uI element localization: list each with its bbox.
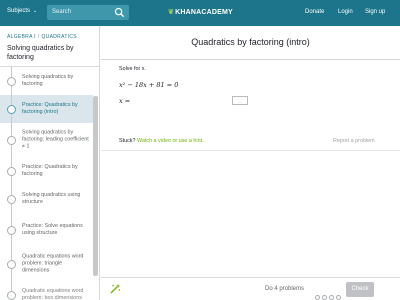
lesson-sidebar: ALGEBRA I / QUADRATICS Solving quadratics …	[0, 26, 100, 300]
khan-academy-logo[interactable]: ❦KHANACADEMY	[168, 8, 233, 16]
unit-title: Solving quadratics by factoring	[7, 45, 74, 61]
lesson-item[interactable]: Practice: Quadratics by factoring	[0, 157, 93, 185]
page-title: Quadratics by factoring (intro)	[191, 37, 310, 47]
search-field[interactable]: Search	[47, 5, 129, 20]
video-node-icon	[7, 77, 16, 86]
exercise-node-icon	[7, 226, 16, 235]
breadcrumb-algebra[interactable]: ALGEBRA I	[7, 34, 36, 40]
lesson-item[interactable]: Solving quadratics by factoring: leading…	[0, 123, 93, 157]
divider	[101, 59, 400, 60]
video-node-icon	[7, 291, 16, 300]
divider	[101, 150, 400, 151]
lesson-item-label: Practice: Solve equations using structur…	[22, 223, 83, 236]
lesson-item[interactable]: Practice: Solve equations using structur…	[0, 213, 93, 247]
problem-equation: x² − 18x + 81 = 0	[119, 81, 179, 89]
exercise-panel: Quadratics by factoring (intro) Solve fo…	[101, 26, 400, 300]
progress-dot	[315, 295, 320, 300]
problem-progress-dots	[315, 287, 343, 300]
report-problem-link[interactable]: Report a problem	[333, 138, 375, 144]
signup-link[interactable]: Sign up	[365, 9, 385, 15]
stuck-help: Stuck? Watch a video or use a hint.	[119, 138, 204, 144]
exercise-node-icon	[7, 105, 16, 114]
lesson-item[interactable]: Quadratic equations word problem: box di…	[0, 281, 93, 300]
leaf-icon: ❦	[168, 9, 175, 16]
problem-count-text: Do 4 problems	[265, 286, 305, 292]
lesson-item[interactable]: Solving quadratics using structure	[0, 185, 93, 213]
lesson-item[interactable]: Quadratic equations word problem: triang…	[0, 247, 93, 281]
search-placeholder: Search	[52, 9, 72, 15]
lesson-item-label: Quadratic equations word problem: triang…	[22, 253, 84, 274]
video-node-icon	[7, 195, 16, 204]
lesson-item-label: Solving quadratics by factoring: leading…	[22, 129, 89, 150]
subjects-menu[interactable]: Subjects ⌄	[7, 8, 37, 14]
donate-link[interactable]: Donate	[305, 9, 324, 15]
lesson-item-active[interactable]: Practice: Quadratics by factoring (intro…	[0, 95, 93, 123]
lesson-item-label: Practice: Quadratics by factoring	[22, 164, 78, 177]
lesson-item-label: Solving quadratics by factoring	[22, 74, 74, 87]
lesson-item[interactable]: Solving quadratics by factoring	[0, 67, 93, 95]
logo-text: KHANACADEMY	[175, 9, 233, 16]
top-navigation-bar: Subjects ⌄ Search ❦KHANACADEMY Donate Log…	[0, 0, 400, 26]
lesson-item-label: Practice: Quadratics by factoring (intro…	[22, 102, 78, 115]
video-node-icon	[7, 260, 16, 269]
subjects-label: Subjects	[7, 8, 31, 14]
sidebar-scrollbar[interactable]	[93, 96, 98, 276]
video-node-icon	[7, 136, 16, 145]
magic-wand-icon[interactable]	[109, 283, 121, 295]
progress-dot	[322, 295, 327, 300]
breadcrumb-quadratics[interactable]: QUADRATICS	[42, 34, 77, 40]
answer-input[interactable]	[232, 96, 248, 105]
exercise-node-icon	[7, 167, 16, 176]
progress-dot	[336, 295, 341, 300]
breadcrumb: ALGEBRA I / QUADRATICS	[7, 34, 77, 40]
video-hint-link[interactable]: Watch a video or use a hint.	[137, 138, 204, 144]
stuck-label: Stuck?	[119, 138, 136, 144]
breadcrumb-separator: /	[37, 34, 40, 40]
answer-label: x =	[119, 97, 131, 105]
lesson-item-label: Solving quadratics using structure	[22, 192, 81, 205]
search-icon[interactable]	[114, 7, 125, 18]
lesson-list: Solving quadratics by factoring Practice…	[0, 67, 93, 300]
check-button[interactable]: Check	[346, 282, 374, 297]
chevron-down-icon: ⌄	[33, 8, 38, 14]
exercise-footer: Do 4 problems Check	[101, 277, 400, 300]
progress-dot	[329, 295, 334, 300]
lesson-item-label: Quadratic equations word problem: box di…	[22, 288, 84, 300]
login-link[interactable]: Login	[338, 9, 353, 15]
problem-prompt: Solve for x.	[119, 66, 146, 72]
